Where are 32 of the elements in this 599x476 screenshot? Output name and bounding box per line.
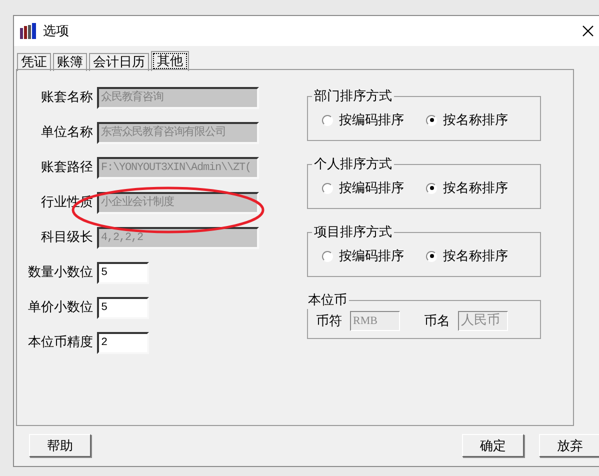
group-title: 项目排序方式 — [313, 224, 393, 241]
window-title: 选项 — [43, 23, 69, 40]
field-label: 科目级长 — [40, 229, 93, 247]
input-field[interactable]: 5 — [97, 262, 149, 284]
help-button[interactable]: 帮助 — [29, 434, 91, 457]
tab[interactable]: 账簿 — [53, 53, 87, 71]
radio-option[interactable]: 按名称排序 — [426, 179, 508, 197]
input-field[interactable]: 2 — [97, 332, 149, 354]
input-field[interactable]: 5 — [97, 297, 149, 319]
field-label: 单位名称 — [40, 124, 93, 142]
field-label: 账套路径 — [40, 159, 93, 177]
field-label: 本位币精度 — [27, 334, 93, 352]
field-label: 币名 — [424, 313, 450, 330]
books-icon — [19, 22, 37, 40]
radio-option[interactable]: 按编码排序 — [322, 111, 404, 129]
field-label: 账套名称 — [40, 89, 93, 107]
tab[interactable]: 会计日历 — [89, 53, 149, 71]
field-label: 单价小数位 — [27, 299, 93, 317]
ok-button[interactable]: 确定 — [462, 434, 524, 457]
group-title: 部门排序方式 — [313, 88, 393, 105]
group-title: 本位币 — [307, 292, 348, 309]
tab[interactable]: 其他 — [151, 51, 189, 71]
radio-option[interactable]: 按名称排序 — [426, 247, 508, 265]
tab[interactable]: 凭证 — [17, 53, 51, 71]
field-label: 数量小数位 — [27, 264, 93, 282]
radio-option[interactable]: 按编码排序 — [322, 179, 404, 197]
close-icon — [582, 25, 594, 37]
cancel-button[interactable]: 放弃 — [539, 434, 599, 457]
field-label: 币符 — [316, 313, 342, 330]
group-title: 个人排序方式 — [313, 156, 393, 173]
radio-option[interactable]: 按名称排序 — [426, 111, 508, 129]
radio-option[interactable]: 按编码排序 — [322, 247, 404, 265]
